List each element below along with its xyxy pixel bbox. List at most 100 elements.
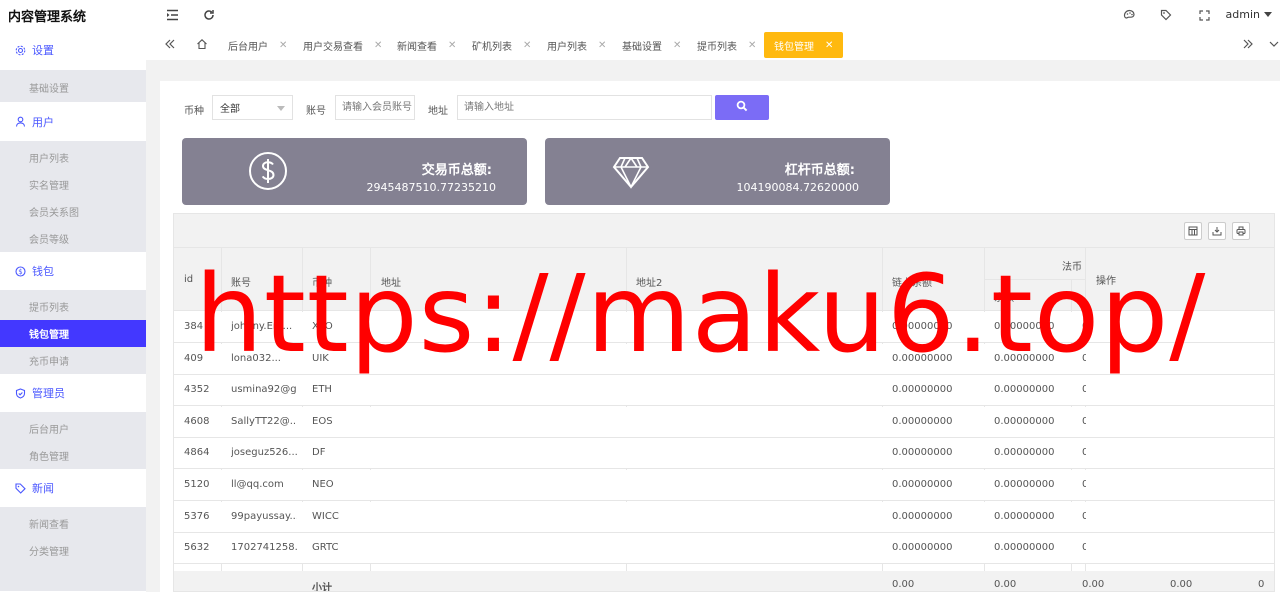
search-icon: [736, 100, 748, 115]
cell-fiat-balance: 0.00000000: [994, 415, 1055, 427]
sidebar-item-member-level[interactable]: 会员等级: [0, 225, 146, 252]
trade-coin-total-value: 2945487510.77235210: [366, 181, 496, 194]
cell-fiat-balance: 0.00000000: [994, 321, 1055, 332]
svg-text:$: $: [18, 268, 22, 276]
table-header: id 账号 币种 地址 地址2 链上余额 法币 余额 操作: [174, 248, 1274, 311]
sidebar-item-role-management[interactable]: 角色管理: [0, 442, 146, 469]
cell-id: 4352: [184, 384, 210, 396]
sidebar-item-wallet-management[interactable]: 钱包管理: [0, 320, 146, 347]
tab-label: 提币列表: [697, 41, 737, 53]
theme-icon[interactable]: [1121, 7, 1137, 23]
footer-chain-balance: 0.00: [892, 579, 915, 590]
cell-chain-balance: 0.00000000: [892, 352, 953, 364]
refresh-icon[interactable]: [201, 7, 217, 23]
table-row: 4864 joseguz526... DF 0.00000000 0.00000000 0: [174, 438, 1274, 470]
table-row: 5120 ll@qq.com NEO 0.00000000 0.00000000 0: [174, 470, 1274, 501]
tag-icon[interactable]: [1158, 7, 1174, 23]
cell-currency: EOS: [312, 415, 333, 427]
tabs-scroll-left-icon[interactable]: [164, 38, 176, 54]
address-input[interactable]: [457, 95, 712, 120]
header-address: 地址: [381, 278, 401, 289]
tab-label: 用户交易查看: [303, 41, 363, 53]
print-icon[interactable]: [1232, 222, 1250, 240]
table-row: 5632 1702741258... GRTC 0.00000000 0.0000000…: [174, 533, 1274, 565]
user-icon: [12, 116, 28, 127]
tabs-menu-chevron-down-icon[interactable]: [1268, 38, 1280, 54]
cell-fiat-extra: 0: [1082, 511, 1086, 522]
shield-icon: [12, 387, 28, 399]
gear-icon: [12, 45, 28, 56]
sidebar-item-member-graph[interactable]: 会员关系图: [0, 198, 146, 225]
tab-backend-users[interactable]: 后台用户 ✕: [228, 32, 287, 58]
cell-currency: ETH: [312, 384, 332, 396]
dollar-circle-icon: $: [12, 265, 28, 277]
table-footer: 小计 0.00 0.00 0.00 0.00 0: [174, 571, 1274, 591]
cell-currency: DF: [312, 447, 326, 459]
leverage-coin-total-value: 104190084.72620000: [736, 181, 859, 194]
cell-account: 1702741258...: [231, 542, 297, 554]
sidebar-item-more[interactable]: [0, 564, 146, 591]
sidebar-group-news[interactable]: 新闻: [0, 469, 146, 507]
cell-id: 5632: [184, 542, 210, 554]
sidebar-item-backend-users[interactable]: 后台用户: [0, 412, 146, 442]
close-icon[interactable]: ✕: [598, 40, 606, 51]
close-icon[interactable]: ✕: [825, 40, 833, 51]
cell-fiat-balance: 0.00000000: [994, 384, 1055, 396]
close-icon[interactable]: ✕: [748, 40, 756, 51]
tab-withdraw-list[interactable]: 提币列表 ✕: [697, 32, 756, 58]
tag-icon: [12, 482, 28, 494]
menu-toggle-icon[interactable]: [164, 7, 180, 23]
export-icon[interactable]: [1208, 222, 1226, 240]
tab-news-view[interactable]: 新闻查看 ✕: [397, 32, 456, 58]
table-row: 5376 99payussay... WICC 0.00000000 0.0000000…: [174, 501, 1274, 533]
header-fiat-balance: 余额: [994, 293, 1014, 304]
main-content: 币种 全部 账号 地址 交易币总额: 2945487510.77235210 杠…: [160, 81, 1280, 592]
header-currency: 币种: [312, 278, 332, 289]
cell-fiat-extra: 0: [1082, 416, 1086, 427]
fullscreen-icon[interactable]: [1196, 7, 1212, 23]
columns-filter-icon[interactable]: [1184, 222, 1202, 240]
tab-label: 基础设置: [622, 41, 662, 53]
tab-label: 用户列表: [547, 41, 587, 53]
tab-wallet-management[interactable]: 钱包管理 ✕: [764, 32, 844, 58]
close-icon[interactable]: ✕: [448, 40, 456, 51]
user-menu[interactable]: admin: [1226, 8, 1272, 21]
tab-label: 新闻查看: [397, 41, 437, 53]
cell-fiat-balance: 0.00000000: [994, 510, 1055, 522]
cell-chain-balance: 0.00000000: [892, 479, 953, 490]
cell-chain-balance: 0.00000000: [892, 510, 953, 522]
close-icon[interactable]: ✕: [523, 40, 531, 51]
footer-fiat-balance: 0.00: [994, 579, 1017, 590]
home-icon[interactable]: [196, 38, 208, 54]
cell-currency: UIK: [312, 352, 329, 364]
tab-user-trades[interactable]: 用户交易查看 ✕: [303, 32, 382, 58]
sidebar-group-admin[interactable]: 管理员: [0, 374, 146, 412]
cell-account: usmina92@g...: [231, 384, 297, 396]
sidebar-group-label: 钱包: [32, 265, 54, 278]
sidebar-group-wallet[interactable]: $ 钱包: [0, 252, 146, 290]
sidebar-group-settings[interactable]: 设置: [0, 30, 146, 70]
tab-user-list[interactable]: 用户列表 ✕: [547, 32, 606, 58]
sidebar-item-user-list[interactable]: 用户列表: [0, 141, 146, 171]
account-input[interactable]: [335, 95, 415, 120]
sidebar-item-realname[interactable]: 实名管理: [0, 171, 146, 198]
sidebar-item-withdraw-list[interactable]: 提币列表: [0, 290, 146, 320]
tab-miner-list[interactable]: 矿机列表 ✕: [472, 32, 531, 58]
sidebar-item-category-management[interactable]: 分类管理: [0, 537, 146, 564]
close-icon[interactable]: ✕: [374, 40, 382, 51]
close-icon[interactable]: ✕: [673, 40, 681, 51]
cell-chain-balance: 0.00000000: [892, 321, 953, 332]
sidebar-item-deposit-request[interactable]: 充币申请: [0, 347, 146, 374]
cell-id: 4608: [184, 415, 210, 427]
search-button[interactable]: [715, 95, 769, 120]
tabs-scroll-right-icon[interactable]: [1242, 38, 1254, 54]
close-icon[interactable]: ✕: [279, 40, 287, 51]
sidebar-group-users[interactable]: 用户: [0, 102, 146, 141]
cell-fiat-extra: 0: [1082, 542, 1086, 553]
tab-basic-settings[interactable]: 基础设置 ✕: [622, 32, 681, 58]
currency-select[interactable]: 全部: [212, 95, 293, 120]
address-filter-label: 地址: [428, 106, 448, 117]
sidebar-item-basic-settings[interactable]: 基础设置: [0, 70, 146, 102]
sidebar-item-news-view[interactable]: 新闻查看: [0, 507, 146, 537]
cell-account: ll@qq.com: [231, 479, 284, 490]
